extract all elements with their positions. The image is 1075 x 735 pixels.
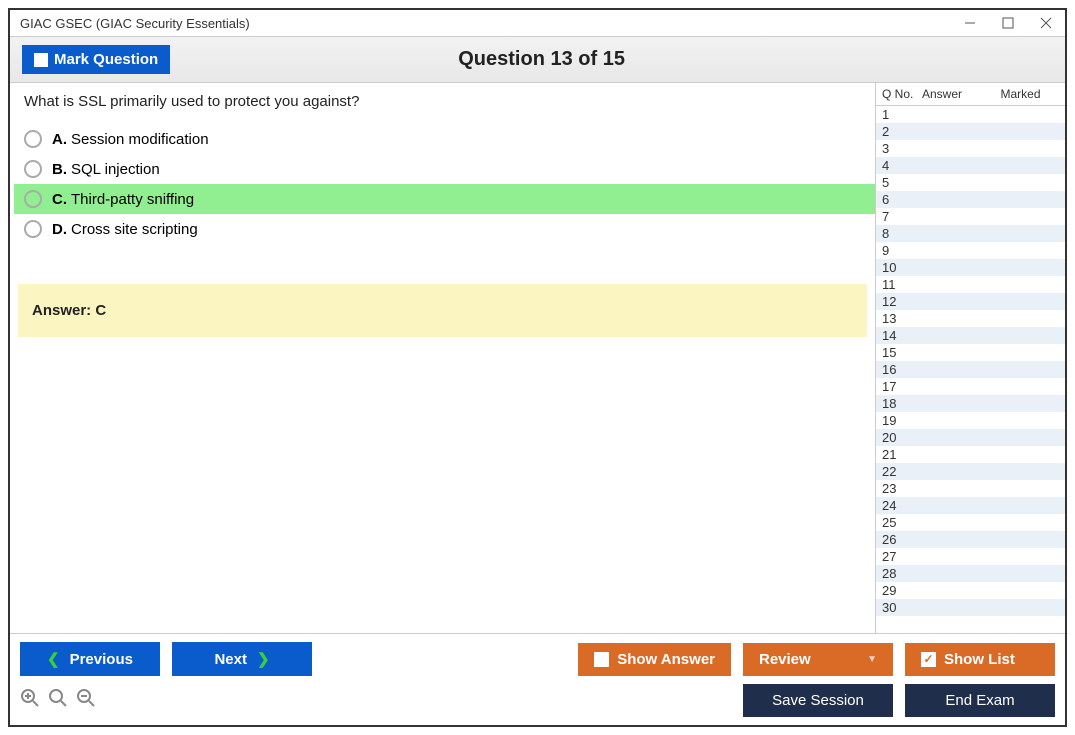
question-counter: Question 13 of 15 xyxy=(170,48,913,71)
footer: ❮ Previous Next ❯ Show Answer Review ▼ ✓… xyxy=(10,633,1065,725)
list-row[interactable]: 10 xyxy=(876,259,1065,276)
list-row[interactable]: 26 xyxy=(876,531,1065,548)
list-header: Q No. Answer Marked xyxy=(876,83,1065,106)
end-exam-button[interactable]: End Exam xyxy=(905,684,1055,717)
zoom-out-icon[interactable] xyxy=(76,688,96,714)
option-label: D.Cross site scripting xyxy=(52,221,198,238)
option-letter: C. xyxy=(52,191,67,208)
maximize-icon[interactable] xyxy=(999,14,1017,32)
option-letter: D. xyxy=(52,221,67,238)
review-button[interactable]: Review ▼ xyxy=(743,643,893,676)
list-row[interactable]: 7 xyxy=(876,208,1065,225)
minimize-icon[interactable] xyxy=(961,14,979,32)
checkbox-icon xyxy=(594,652,609,667)
list-row[interactable]: 21 xyxy=(876,446,1065,463)
list-row[interactable]: 22 xyxy=(876,463,1065,480)
review-label: Review xyxy=(759,651,811,668)
option-text: Third-patty sniffing xyxy=(71,191,194,208)
list-row[interactable]: 3 xyxy=(876,140,1065,157)
next-button[interactable]: Next ❯ xyxy=(172,642,312,676)
mark-question-button[interactable]: Mark Question xyxy=(22,45,170,74)
dropdown-icon: ▼ xyxy=(867,654,877,665)
show-answer-label: Show Answer xyxy=(617,651,715,668)
show-list-label: Show List xyxy=(944,651,1015,668)
list-row[interactable]: 16 xyxy=(876,361,1065,378)
options-list: A.Session modificationB.SQL injectionC.T… xyxy=(14,124,875,244)
window-title: GIAC GSEC (GIAC Security Essentials) xyxy=(20,16,961,31)
question-panel: What is SSL primarily used to protect yo… xyxy=(10,83,875,633)
list-row[interactable]: 27 xyxy=(876,548,1065,565)
list-row[interactable]: 28 xyxy=(876,565,1065,582)
checkbox-icon xyxy=(34,53,48,67)
zoom-in-icon[interactable] xyxy=(20,688,40,714)
chevron-left-icon: ❮ xyxy=(47,650,60,668)
mark-question-label: Mark Question xyxy=(54,51,158,68)
list-row[interactable]: 19 xyxy=(876,412,1065,429)
list-row[interactable]: 30 xyxy=(876,599,1065,616)
list-row[interactable]: 17 xyxy=(876,378,1065,395)
list-row[interactable]: 4 xyxy=(876,157,1065,174)
show-list-button[interactable]: ✓ Show List xyxy=(905,643,1055,676)
header-answer: Answer xyxy=(922,87,982,101)
radio-icon[interactable] xyxy=(24,190,42,208)
save-session-button[interactable]: Save Session xyxy=(743,684,893,717)
previous-label: Previous xyxy=(70,651,133,668)
option-label: B.SQL injection xyxy=(52,161,160,178)
option-row[interactable]: D.Cross site scripting xyxy=(14,214,875,244)
list-row[interactable]: 5 xyxy=(876,174,1065,191)
list-row[interactable]: 23 xyxy=(876,480,1065,497)
question-list-panel: Q No. Answer Marked 12345678910111213141… xyxy=(875,83,1065,633)
option-text: Session modification xyxy=(71,131,209,148)
list-row[interactable]: 29 xyxy=(876,582,1065,599)
list-row[interactable]: 24 xyxy=(876,497,1065,514)
option-label: A.Session modification xyxy=(52,131,209,148)
previous-button[interactable]: ❮ Previous xyxy=(20,642,160,676)
titlebar: GIAC GSEC (GIAC Security Essentials) xyxy=(10,10,1065,37)
list-row[interactable]: 20 xyxy=(876,429,1065,446)
header-bar: Mark Question Question 13 of 15 xyxy=(10,37,1065,83)
list-row[interactable]: 13 xyxy=(876,310,1065,327)
option-letter: A. xyxy=(52,131,67,148)
radio-icon[interactable] xyxy=(24,160,42,178)
footer-row-1: ❮ Previous Next ❯ Show Answer Review ▼ ✓… xyxy=(20,642,1055,676)
option-label: C.Third-patty sniffing xyxy=(52,191,194,208)
option-text: Cross site scripting xyxy=(71,221,198,238)
list-row[interactable]: 8 xyxy=(876,225,1065,242)
list-row[interactable]: 12 xyxy=(876,293,1065,310)
question-text: What is SSL primarily used to protect yo… xyxy=(14,93,875,124)
zoom-controls xyxy=(20,688,96,714)
list-row[interactable]: 11 xyxy=(876,276,1065,293)
option-row[interactable]: B.SQL injection xyxy=(14,154,875,184)
radio-icon[interactable] xyxy=(24,130,42,148)
answer-box: Answer: C xyxy=(18,284,867,337)
list-row[interactable]: 18 xyxy=(876,395,1065,412)
list-row[interactable]: 2 xyxy=(876,123,1065,140)
close-icon[interactable] xyxy=(1037,14,1055,32)
list-row[interactable]: 6 xyxy=(876,191,1065,208)
list-row[interactable]: 9 xyxy=(876,242,1065,259)
zoom-icon[interactable] xyxy=(48,688,68,714)
list-row[interactable]: 15 xyxy=(876,344,1065,361)
header-marked: Marked xyxy=(982,87,1059,101)
next-label: Next xyxy=(214,651,247,668)
option-row[interactable]: C.Third-patty sniffing xyxy=(14,184,875,214)
list-row[interactable]: 25 xyxy=(876,514,1065,531)
show-answer-button[interactable]: Show Answer xyxy=(578,643,731,676)
window-controls xyxy=(961,14,1055,32)
header-qno: Q No. xyxy=(882,87,922,101)
chevron-right-icon: ❯ xyxy=(257,650,270,668)
app-window: GIAC GSEC (GIAC Security Essentials) Mar… xyxy=(8,8,1067,727)
option-text: SQL injection xyxy=(71,161,160,178)
list-row[interactable]: 14 xyxy=(876,327,1065,344)
option-row[interactable]: A.Session modification xyxy=(14,124,875,154)
list-body[interactable]: 1234567891011121314151617181920212223242… xyxy=(876,106,1065,633)
content-area: What is SSL primarily used to protect yo… xyxy=(10,83,1065,633)
checkbox-checked-icon: ✓ xyxy=(921,652,936,667)
option-letter: B. xyxy=(52,161,67,178)
footer-row-2: Save Session End Exam xyxy=(20,684,1055,717)
list-row[interactable]: 1 xyxy=(876,106,1065,123)
radio-icon[interactable] xyxy=(24,220,42,238)
